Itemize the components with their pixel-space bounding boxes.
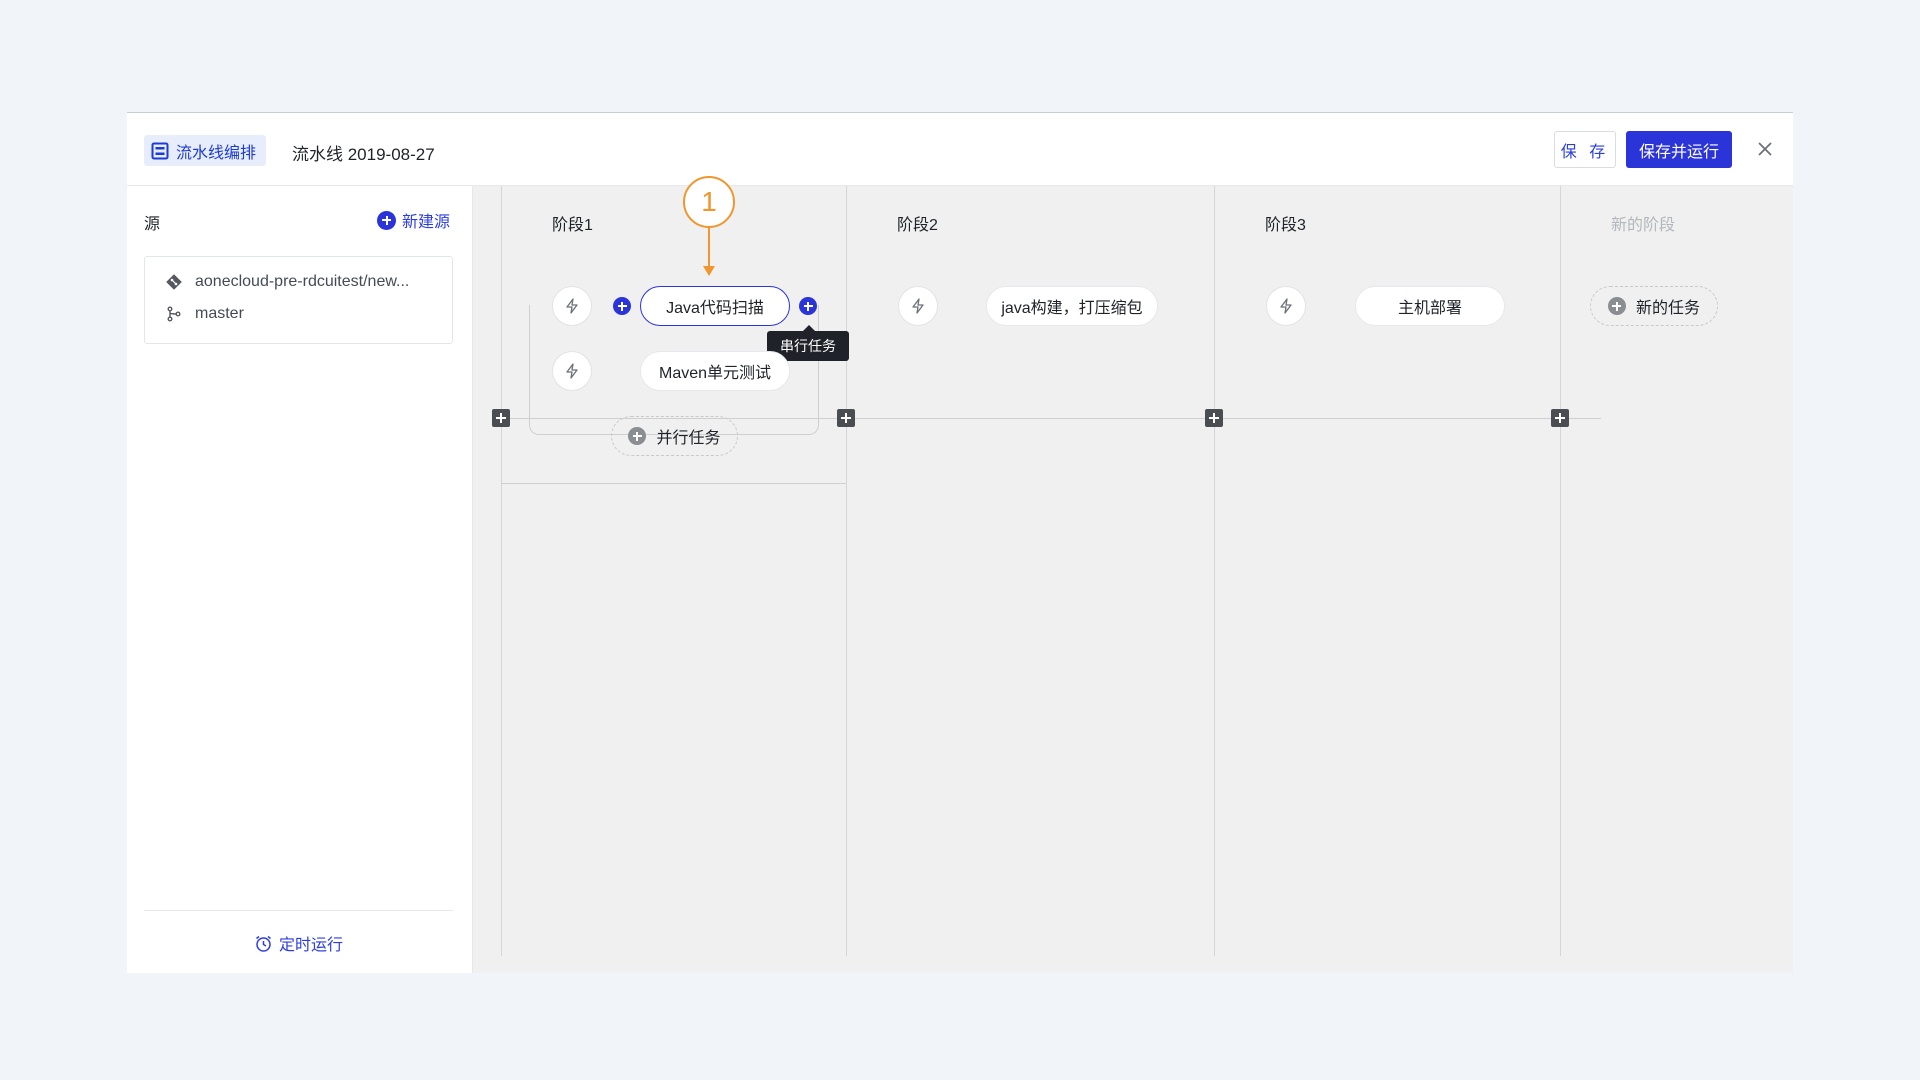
stage-divider xyxy=(846,186,847,956)
add-new-task-label: 新的任务 xyxy=(1635,300,1700,317)
new-source-label: 新建源 xyxy=(402,214,451,231)
save-and-run-button[interactable]: 保存并运行 xyxy=(1626,131,1732,168)
schedule-run-label: 定时运行 xyxy=(279,937,344,954)
brand-badge: 流水线编排 xyxy=(144,135,267,166)
close-icon[interactable] xyxy=(1754,138,1776,160)
alarm-clock-icon xyxy=(256,935,271,952)
trigger-node[interactable] xyxy=(552,351,592,391)
schedule-run-button[interactable]: 定时运行 xyxy=(254,931,343,955)
add-stage-button[interactable] xyxy=(1205,409,1223,427)
source-branch-row: master xyxy=(165,305,244,323)
pipeline-name[interactable]: 流水线 2019-08-27 xyxy=(292,140,435,165)
annotation-arrow-line xyxy=(708,228,710,269)
source-repo-row: aonecloud-pre-rdcuitest/new... xyxy=(165,273,409,291)
add-task-before-button[interactable] xyxy=(613,297,631,315)
flow-line xyxy=(501,483,846,484)
header: 流水线编排 流水线 2019-08-27 保 存 保存并运行 xyxy=(127,113,1793,186)
source-branch: master xyxy=(195,305,244,322)
stage-label-1[interactable]: 阶段1 xyxy=(552,211,593,235)
task-java-code-scan[interactable]: Java代码扫描 xyxy=(640,286,790,326)
annotation-marker: 1 xyxy=(683,176,735,228)
sidebar-divider xyxy=(144,910,453,911)
source-card[interactable]: aonecloud-pre-rdcuitest/new... master xyxy=(144,256,453,344)
task-host-deploy[interactable]: 主机部署 xyxy=(1355,286,1505,326)
add-stage-button[interactable] xyxy=(837,409,855,427)
brand-label: 流水线编排 xyxy=(176,144,257,162)
annotation-arrow-head xyxy=(703,266,715,276)
source-repo: aonecloud-pre-rdcuitest/new... xyxy=(195,273,410,290)
plus-circle-icon xyxy=(1607,297,1626,315)
stage-divider xyxy=(1214,186,1215,956)
branch-icon xyxy=(167,306,181,322)
pipeline-icon xyxy=(151,142,169,159)
add-parallel-task-label: 并行任务 xyxy=(656,430,721,447)
plus-circle-icon xyxy=(377,210,396,230)
trigger-node[interactable] xyxy=(898,286,938,326)
plus-circle-icon xyxy=(628,427,647,445)
stage-divider xyxy=(501,186,502,956)
lightning-icon xyxy=(1280,298,1292,314)
pipeline-editor-window: 流水线编排 流水线 2019-08-27 保 存 保存并运行 源 新建源 aon… xyxy=(127,112,1793,973)
stage-label-2[interactable]: 阶段2 xyxy=(897,211,938,235)
add-new-task-button[interactable]: 新的任务 xyxy=(1590,286,1718,326)
save-button[interactable]: 保 存 xyxy=(1554,131,1616,168)
stage-label-3[interactable]: 阶段3 xyxy=(1265,211,1306,235)
lightning-icon xyxy=(566,363,578,379)
git-icon xyxy=(166,274,182,290)
add-stage-button[interactable] xyxy=(1551,409,1569,427)
new-source-button[interactable]: 新建源 xyxy=(377,208,450,232)
lightning-icon xyxy=(912,298,924,314)
trigger-node[interactable] xyxy=(1266,286,1306,326)
lightning-icon xyxy=(566,298,578,314)
source-title: 源 xyxy=(144,216,161,233)
add-serial-task-button[interactable] xyxy=(799,297,817,315)
trigger-node[interactable] xyxy=(552,286,592,326)
task-java-build[interactable]: java构建，打压缩包 xyxy=(986,286,1158,326)
task-maven-unit-test[interactable]: Maven单元测试 xyxy=(640,351,790,391)
add-parallel-task-button[interactable]: 并行任务 xyxy=(611,416,738,456)
add-stage-button[interactable] xyxy=(492,409,510,427)
stage-divider xyxy=(1560,186,1561,956)
source-sidebar: 源 新建源 aonecloud-pre-rdcuitest/new... mas… xyxy=(127,186,473,973)
new-stage-label[interactable]: 新的阶段 xyxy=(1611,211,1675,235)
